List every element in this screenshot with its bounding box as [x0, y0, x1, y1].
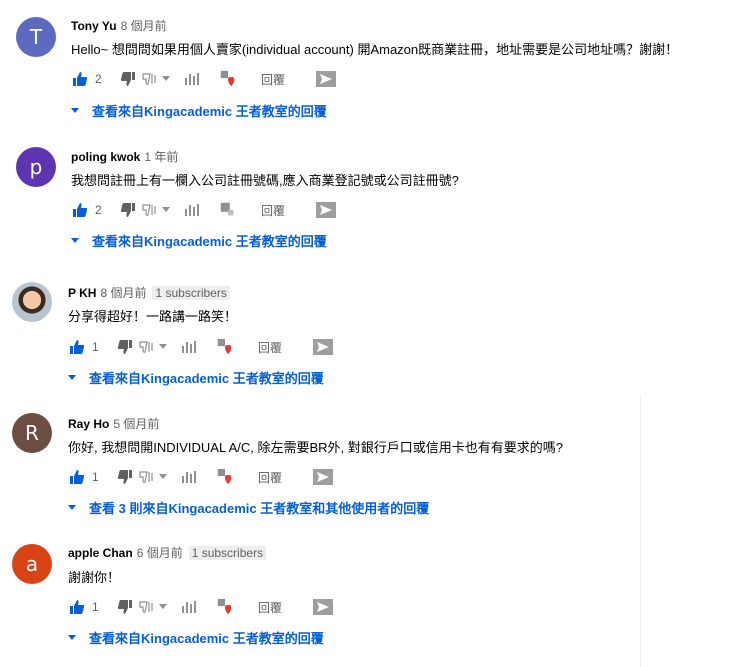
thumbs-down-outline-icon	[141, 70, 173, 88]
avatar-letter: p	[29, 155, 43, 179]
avatar[interactable]: a	[12, 544, 52, 584]
author-name[interactable]: Ray Ho	[68, 417, 109, 431]
view-replies-label: 查看來自Kingacademic 王者教室的回覆	[92, 104, 327, 119]
reply-button[interactable]: 回覆	[258, 469, 282, 486]
thumbs-up-icon[interactable]	[68, 468, 86, 486]
author-name[interactable]: apple Chan	[68, 546, 133, 560]
view-replies-label: 查看 3 則來自Kingacademic 王者教室和其他使用者的回覆	[89, 501, 430, 516]
bar-chart-icon	[180, 338, 198, 356]
like-count: 2	[95, 203, 102, 217]
creator-heart-icon	[216, 468, 234, 486]
bar-chart-icon	[180, 598, 198, 616]
action-bar: 2 回覆	[71, 69, 337, 89]
comment-time[interactable]: 8 個月前	[100, 284, 146, 301]
like-count: 2	[95, 72, 102, 86]
share-icon[interactable]	[312, 338, 334, 356]
view-replies-button[interactable]: 查看來自Kingacademic 王者教室的回覆	[68, 368, 324, 387]
comment-time[interactable]: 1 年前	[144, 148, 178, 165]
view-replies-button[interactable]: 查看來自Kingacademic 王者教室的回覆	[71, 101, 327, 120]
comment-text: Hello~ 想問問如果用個人賣家(individual account) 開A…	[71, 42, 679, 57]
thumbs-down-icon[interactable]	[116, 598, 134, 616]
comment-time[interactable]: 8 個月前	[121, 17, 167, 34]
share-icon[interactable]	[312, 598, 334, 616]
creator-heart-icon	[219, 70, 237, 88]
like-count: 1	[92, 340, 99, 354]
reply-button[interactable]: 回覆	[258, 339, 282, 356]
avatar-letter: T	[29, 25, 43, 49]
view-replies-button[interactable]: 查看來自Kingacademic 王者教室的回覆	[68, 628, 324, 647]
author-name[interactable]: poling kwok	[71, 150, 140, 164]
comment-text: 我想問註冊上有一欄入公司註冊號碼,應入商業登記號或公司註冊號?	[71, 173, 459, 188]
share-icon[interactable]	[315, 70, 337, 88]
avatar-letter: R	[25, 421, 39, 445]
comment-time[interactable]: 5 個月前	[113, 415, 159, 432]
thumbs-down-outline-icon	[138, 468, 170, 486]
bar-chart-icon	[180, 468, 198, 486]
view-replies-label: 查看來自Kingacademic 王者教室的回覆	[89, 631, 324, 646]
share-icon[interactable]	[315, 201, 337, 219]
thumbs-up-icon[interactable]	[71, 201, 89, 219]
thumbs-down-outline-icon	[141, 201, 173, 219]
like-count: 1	[92, 600, 99, 614]
thumbs-down-outline-icon	[138, 598, 170, 616]
thumbs-up-icon[interactable]	[71, 70, 89, 88]
share-icon[interactable]	[312, 468, 334, 486]
view-replies-button[interactable]: 查看 3 則來自Kingacademic 王者教室和其他使用者的回覆	[68, 498, 429, 517]
thumbs-up-icon[interactable]	[68, 598, 86, 616]
thumbs-down-icon[interactable]	[116, 338, 134, 356]
chevron-down-icon	[68, 635, 76, 640]
thumbs-down-outline-icon	[138, 338, 170, 356]
avatar[interactable]: R	[12, 413, 52, 453]
creator-heart-icon	[216, 598, 234, 616]
action-bar: 2 回覆	[71, 200, 337, 220]
avatar-letter: a	[25, 552, 39, 576]
avatar[interactable]: T	[16, 17, 56, 57]
chevron-down-icon	[68, 505, 76, 510]
bar-chart-icon	[183, 70, 201, 88]
creator-heart-icon	[216, 338, 234, 356]
action-bar: 1 回覆	[68, 597, 334, 617]
subscriber-badge: 1 subscribers	[152, 285, 230, 300]
view-replies-label: 查看來自Kingacademic 王者教室的回覆	[89, 371, 324, 386]
chevron-down-icon	[68, 375, 76, 380]
action-bar: 1 回覆	[68, 337, 334, 357]
uploader-icon	[219, 201, 237, 219]
reply-button[interactable]: 回覆	[261, 202, 285, 219]
view-replies-button[interactable]: 查看來自Kingacademic 王者教室的回覆	[71, 231, 327, 250]
thumbs-up-icon[interactable]	[68, 338, 86, 356]
author-name[interactable]: P KH	[68, 286, 96, 300]
comment-time[interactable]: 6 個月前	[137, 544, 183, 561]
reply-button[interactable]: 回覆	[261, 71, 285, 88]
avatar[interactable]	[12, 282, 52, 322]
chevron-down-icon	[71, 108, 79, 113]
comment-text: 你好, 我想問開INDIVIDUAL A/C, 除左需要BR外, 對銀行戶口或信…	[68, 440, 564, 455]
action-bar: 1 回覆	[68, 467, 334, 487]
thumbs-down-icon[interactable]	[119, 201, 137, 219]
panel-divider	[640, 395, 641, 667]
thumbs-down-icon[interactable]	[116, 468, 134, 486]
chevron-down-icon	[71, 238, 79, 243]
author-name[interactable]: Tony Yu	[71, 19, 117, 33]
bar-chart-icon	[183, 201, 201, 219]
like-count: 1	[92, 470, 99, 484]
comment-text: 分享得超好！一路講一路笑！	[68, 309, 238, 324]
avatar[interactable]: p	[16, 147, 56, 187]
view-replies-label: 查看來自Kingacademic 王者教室的回覆	[92, 234, 327, 249]
comment-text: 謝謝你！	[68, 570, 121, 585]
reply-button[interactable]: 回覆	[258, 599, 282, 616]
subscriber-badge: 1 subscribers	[188, 545, 267, 560]
thumbs-down-icon[interactable]	[119, 70, 137, 88]
